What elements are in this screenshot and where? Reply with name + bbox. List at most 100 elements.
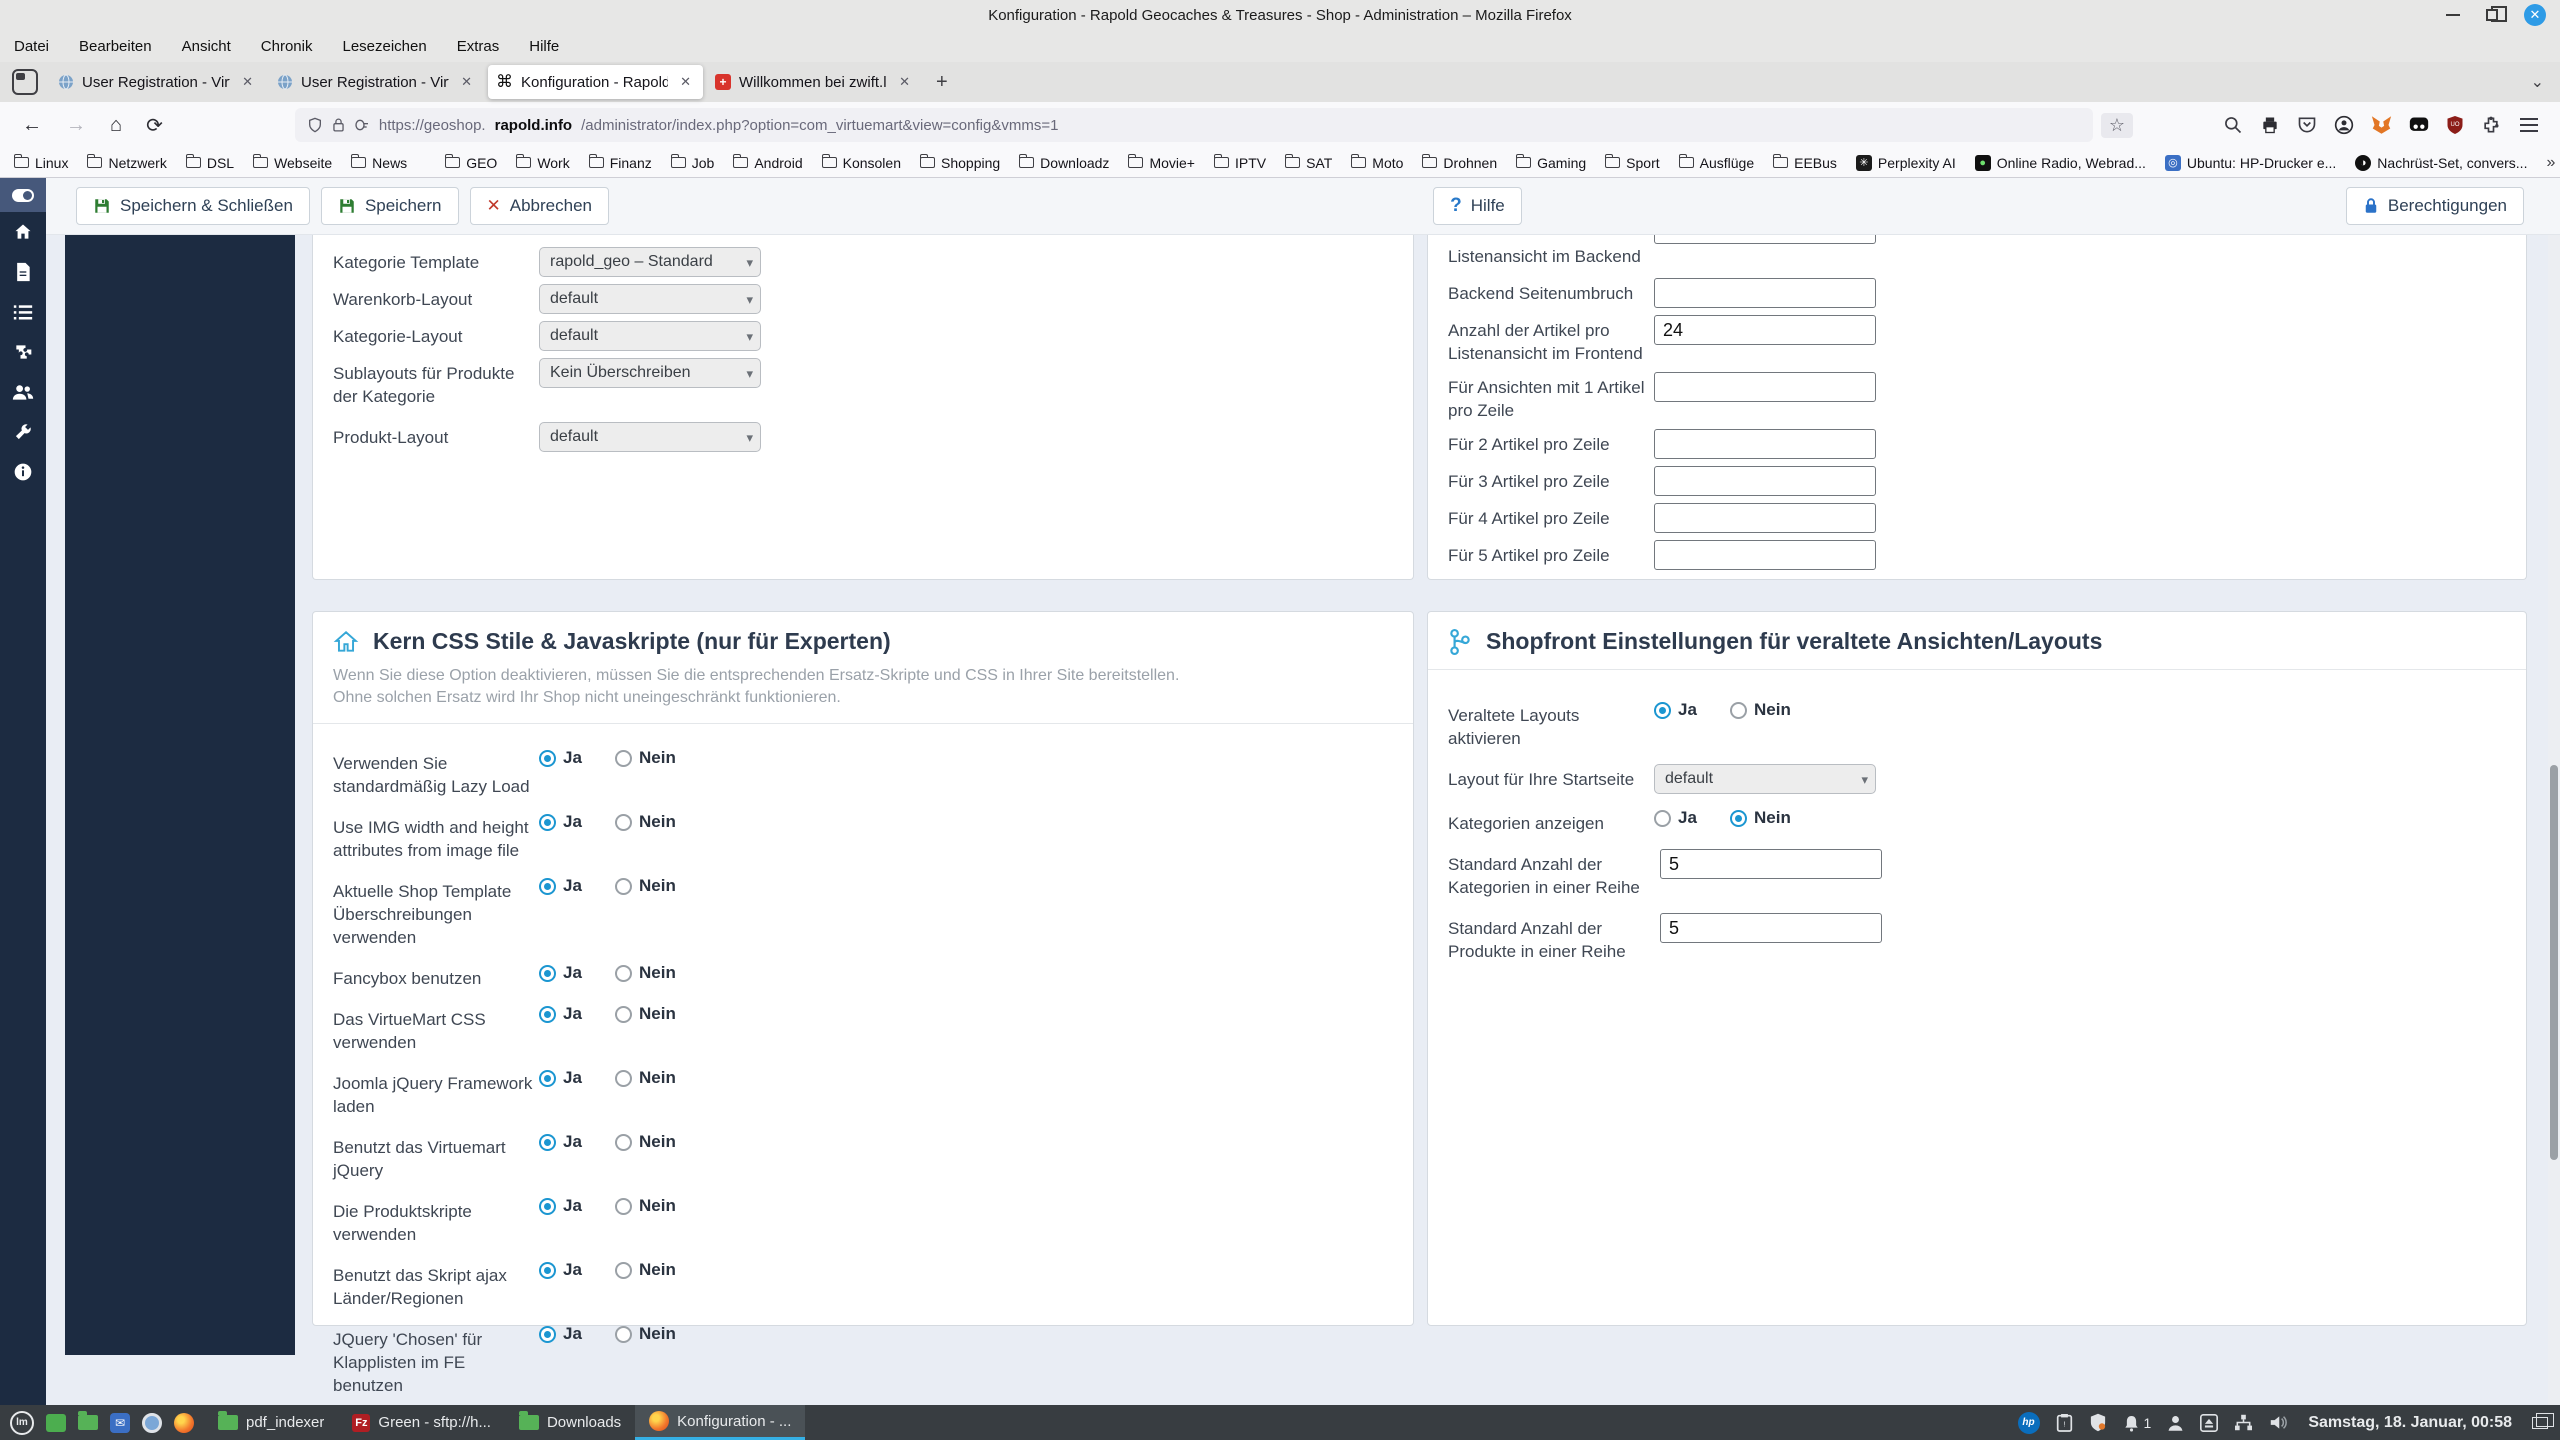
artikel-4-zeile-input[interactable] [1654, 503, 1876, 533]
bookmark-folder[interactable]: Moto [1351, 154, 1403, 171]
menu-datei[interactable]: Datei [14, 38, 49, 55]
lock-icon[interactable] [332, 117, 345, 133]
tab-user-registration-1[interactable]: User Registration - Virtuema ✕ [50, 65, 265, 99]
bookmark-folder[interactable]: Webseite [253, 154, 332, 171]
clipped-input[interactable] [1654, 235, 1876, 244]
save-button[interactable]: Speichern [320, 187, 459, 225]
bookmark-folder[interactable]: SAT [1285, 154, 1332, 171]
task-konfiguration[interactable]: Konfiguration - ... [635, 1405, 806, 1440]
radio-nein[interactable]: Nein [615, 1324, 685, 1344]
ghostery-icon[interactable] [2409, 116, 2429, 134]
clipboard-icon[interactable]: ! [2056, 1413, 2073, 1432]
save-close-button[interactable]: Speichern & Schließen [76, 187, 310, 225]
radio-nein[interactable]: Nein [1730, 700, 1800, 720]
bookmark-folder[interactable]: Gaming [1516, 154, 1586, 171]
bookmark-online-radio[interactable]: ● Online Radio, Webrad... [1974, 154, 2146, 171]
bookmark-folder[interactable]: Shopping [920, 154, 1000, 171]
bookmark-folder[interactable]: Linux [14, 154, 68, 171]
bookmark-folder[interactable]: Finanz [588, 154, 652, 171]
radio-ja[interactable]: Ja [539, 1004, 609, 1024]
produkt-layout-select[interactable]: default ▾ [539, 422, 761, 452]
startseite-layout-select[interactable]: default ▾ [1654, 764, 1876, 794]
radio-nein[interactable]: Nein [1730, 808, 1800, 828]
network-icon[interactable] [2234, 1414, 2253, 1431]
sidebar-item-lists[interactable] [0, 292, 46, 332]
radio-ja[interactable]: Ja [539, 876, 609, 896]
radio-nein[interactable]: Nein [615, 1132, 685, 1152]
sidebar-item-users[interactable] [0, 372, 46, 412]
notifications-icon[interactable] [2123, 1414, 2140, 1432]
bookmarks-overflow-icon[interactable]: » [2546, 154, 2555, 172]
bookmark-folder[interactable]: EEBus [1773, 154, 1837, 171]
radio-ja[interactable]: Ja [539, 748, 609, 768]
list-all-tabs-icon[interactable]: ⌄ [2521, 72, 2554, 92]
radio-ja[interactable]: Ja [539, 1260, 609, 1280]
kategorie-template-select[interactable]: rapold_geo – Standard ▾ [539, 247, 761, 277]
bookmark-folder[interactable]: Job [670, 154, 714, 171]
tab-konfiguration[interactable]: ⌘ Konfiguration - Rapold Geoc ✕ [488, 65, 703, 99]
kategorie-layout-select[interactable]: default ▾ [539, 321, 761, 351]
hp-tray-icon[interactable]: hp [2017, 1411, 2040, 1434]
page-scrollbar[interactable] [2548, 235, 2560, 1405]
show-desktop-icon[interactable] [46, 1413, 66, 1432]
radio-nein[interactable]: Nein [615, 1260, 685, 1280]
close-window-button[interactable]: ✕ [2524, 4, 2546, 26]
bookmark-folder[interactable]: News [351, 154, 407, 171]
scrollbar-thumb[interactable] [2550, 765, 2558, 1160]
task-filezilla[interactable]: Fz Green - sftp://h... [338, 1405, 505, 1440]
mail-icon[interactable]: ✉ [110, 1412, 130, 1433]
chromium-icon[interactable] [142, 1412, 162, 1433]
artikel-2-zeile-input[interactable] [1654, 429, 1876, 459]
radio-ja[interactable]: Ja [1654, 700, 1724, 720]
menu-lesezeichen[interactable]: Lesezeichen [342, 38, 426, 55]
task-downloads[interactable]: Downloads [505, 1405, 635, 1440]
warenkorb-layout-select[interactable]: default ▾ [539, 284, 761, 314]
bookmark-nachruest[interactable]: ◑ Nachrüst-Set, convers... [2355, 154, 2527, 171]
bookmark-folder[interactable]: Sport [1605, 154, 1660, 171]
radio-ja[interactable]: Ja [539, 1196, 609, 1216]
menu-extras[interactable]: Extras [457, 38, 500, 55]
backend-seitenumbruch-input[interactable] [1654, 278, 1876, 308]
radio-ja[interactable]: Ja [539, 1068, 609, 1088]
pocket-icon[interactable] [2297, 115, 2317, 135]
ublock-icon[interactable]: UO [2446, 115, 2464, 135]
extensions-icon[interactable] [2481, 115, 2501, 135]
firefox-view-icon[interactable] [12, 69, 38, 95]
files-icon[interactable] [78, 1411, 98, 1430]
bookmark-folder[interactable]: Work [516, 154, 570, 171]
sidebar-item-documents[interactable] [0, 252, 46, 292]
permissions-icon[interactable] [354, 118, 370, 132]
radio-nein[interactable]: Nein [615, 812, 685, 832]
url-input[interactable]: https://geoshop. rapold.info/administrato… [294, 108, 2093, 142]
bookmark-perplexity[interactable]: ✳ Perplexity AI [1855, 154, 1956, 171]
bookmark-ubuntu[interactable]: ◎ Ubuntu: HP-Drucker e... [2164, 154, 2336, 171]
radio-nein[interactable]: Nein [615, 963, 685, 983]
volume-icon[interactable] [2269, 1414, 2288, 1431]
menu-hilfe[interactable]: Hilfe [529, 38, 559, 55]
minimize-button[interactable] [2446, 14, 2460, 16]
radio-ja[interactable]: Ja [539, 963, 609, 983]
task-pdf-indexer[interactable]: pdf_indexer [204, 1405, 338, 1440]
tab-zwift[interactable]: + Willkommen bei zwift.li ✕ [707, 65, 922, 99]
bookmark-folder[interactable]: IPTV [1213, 154, 1266, 171]
tracking-shield-icon[interactable] [307, 117, 323, 133]
sidebar-item-tools[interactable] [0, 412, 46, 452]
radio-ja[interactable]: Ja [539, 812, 609, 832]
radio-nein[interactable]: Nein [615, 748, 685, 768]
firefox-icon[interactable] [174, 1412, 194, 1433]
radio-nein[interactable]: Nein [615, 1068, 685, 1088]
sidebar-item-info[interactable] [0, 452, 46, 492]
window-list-icon[interactable] [2532, 1412, 2554, 1429]
back-icon[interactable]: ← [10, 110, 54, 141]
artikel-3-zeile-input[interactable] [1654, 466, 1876, 496]
menu-bearbeiten[interactable]: Bearbeiten [79, 38, 152, 55]
bookmark-folder[interactable]: DSL [185, 154, 234, 171]
shield-tray-icon[interactable] [2089, 1413, 2107, 1432]
cancel-button[interactable]: ✕ Abbrechen [469, 187, 609, 225]
bookmark-folder[interactable]: Konsolen [821, 154, 901, 171]
radio-nein[interactable]: Nein [615, 876, 685, 896]
search-icon[interactable] [2223, 115, 2243, 135]
sublayouts-select[interactable]: Kein Überschreiben ▾ [539, 358, 761, 388]
permissions-button[interactable]: Berechtigungen [2345, 187, 2524, 225]
artikel-1-zeile-input[interactable] [1654, 372, 1876, 402]
